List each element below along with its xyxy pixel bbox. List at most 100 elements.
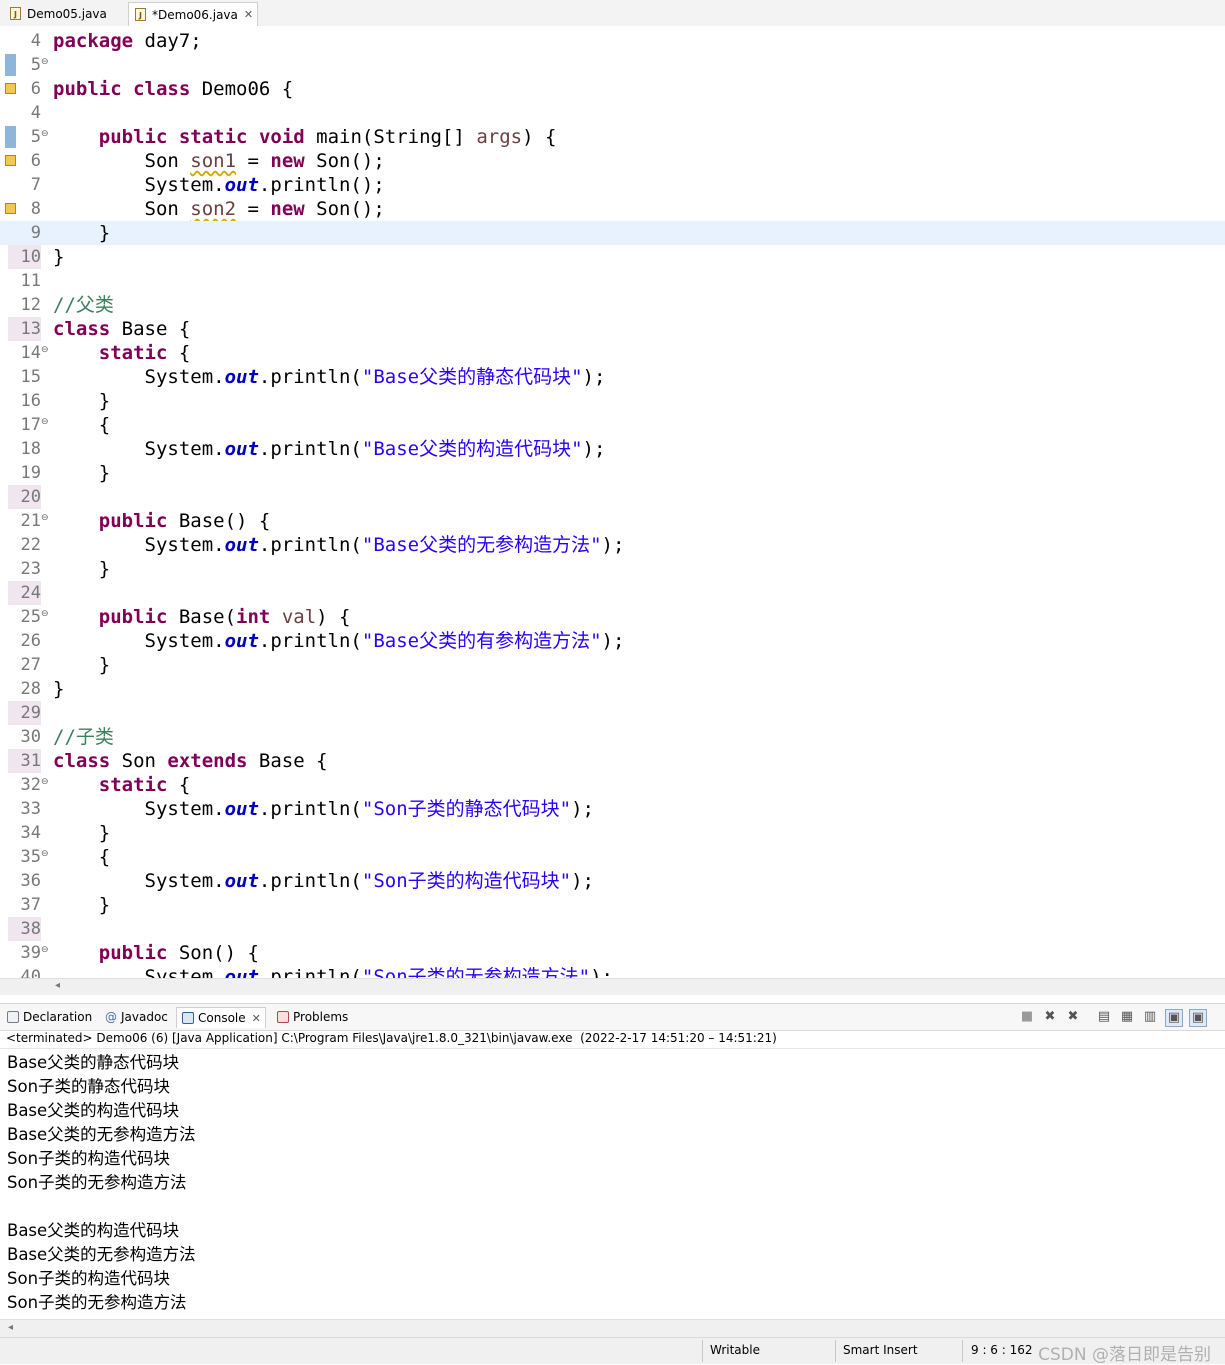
line-number: 31 <box>8 749 41 773</box>
fold-toggle-icon[interactable]: ⊖ <box>41 609 49 619</box>
console-line: Base父类的构造代码块 <box>7 1101 180 1120</box>
console-output[interactable]: Base父类的静态代码块 Son子类的静态代码块 Base父类的构造代码块 Base父… <box>0 1048 1225 1320</box>
scroll-left-icon[interactable]: ◂ <box>55 980 60 991</box>
close-icon[interactable]: ✕ <box>252 1012 261 1025</box>
code-line[interactable]: 13 class Base { <box>0 317 1225 341</box>
code-editor[interactable]: 4 package day7; 5 ⊖ 6 public class Demo06 {4 5… <box>0 26 1225 978</box>
remove-all-terminated-icon[interactable]: ✖ <box>1065 1009 1081 1025</box>
code-text: } <box>53 222 111 244</box>
code-line[interactable]: 40 System.out.println("Son子类的无参构造方法"); <box>0 965 1225 978</box>
close-icon[interactable]: ✕ <box>244 8 253 21</box>
clear-console-icon[interactable]: ▤ <box>1096 1009 1112 1025</box>
code-line[interactable]: 10} <box>0 245 1225 269</box>
code-line[interactable]: 37 } <box>0 893 1225 917</box>
line-number: 6 <box>30 79 41 99</box>
code-line[interactable]: 4 package day7; <box>0 29 1225 53</box>
fold-toggle-icon[interactable]: ⊖ <box>41 777 49 787</box>
code-line[interactable]: 5 ⊖ <box>0 53 1225 77</box>
line-number: 37 <box>20 895 41 915</box>
code-line[interactable]: 20 <box>0 485 1225 509</box>
line-number: 4 <box>30 103 41 123</box>
line-number: 22 <box>20 535 41 555</box>
tab-label: Console <box>198 1011 246 1025</box>
tab-declaration[interactable]: Declaration <box>2 1007 92 1027</box>
code-line[interactable]: 30 //子类 <box>0 725 1225 749</box>
code-line[interactable]: 35 ⊖ { <box>0 845 1225 869</box>
line-number: 16 <box>20 391 41 411</box>
code-line[interactable]: 27 } <box>0 653 1225 677</box>
code-line[interactable]: 26 System.out.println("Base父类的有参构造方法"); <box>0 629 1225 653</box>
code-line[interactable]: 18 System.out.println("Base父类的构造代码块"); <box>0 437 1225 461</box>
line-number: 27 <box>20 655 41 675</box>
code-line[interactable]: 12 //父类 <box>0 293 1225 317</box>
scroll-lock-icon[interactable]: ▦ <box>1119 1009 1135 1025</box>
code-line[interactable]: 17 ⊖ { <box>0 413 1225 437</box>
fold-toggle-icon[interactable]: ⊖ <box>41 945 49 955</box>
code-line[interactable]: 29 <box>0 701 1225 725</box>
code-line[interactable]: 15 System.out.println("Base父类的静态代码块"); <box>0 365 1225 389</box>
code-line[interactable]: 34 } <box>0 821 1225 845</box>
code-line[interactable]: 9 } <box>0 221 1225 245</box>
code-text: System.out.println("Son子类的静态代码块"); <box>53 798 594 820</box>
line-number: 40 <box>20 967 41 978</box>
editor-horizontal-scrollbar[interactable]: ◂ <box>0 978 1225 995</box>
code-line[interactable]: 8 Son son2 = new Son(); <box>0 197 1225 221</box>
code-line[interactable]: 39 ⊖ public Son() { <box>0 941 1225 965</box>
code-line[interactable]: 6 public class Demo06 { <box>0 77 1225 101</box>
code-text: //父类 <box>53 294 114 316</box>
line-number: 28 <box>20 679 41 699</box>
code-text: public Base() { <box>98 510 271 532</box>
tab-demo06[interactable]: J *Demo06.java ✕ <box>128 2 258 26</box>
display-selected-console-icon[interactable]: ▣ <box>1189 1009 1207 1027</box>
code-line[interactable]: 32 ⊖ static { <box>0 773 1225 797</box>
tab-problems[interactable]: Problems <box>272 1007 348 1027</box>
panel-tab-bar: Declaration @ Javadoc Console ✕ Problems… <box>0 1003 1225 1031</box>
code-line[interactable]: 14 ⊖ static { <box>0 341 1225 365</box>
fold-toggle-icon[interactable]: ⊖ <box>41 417 49 427</box>
word-wrap-icon[interactable]: ▥ <box>1142 1009 1158 1025</box>
code-line[interactable]: 28} <box>0 677 1225 701</box>
code-line[interactable]: 19 } <box>0 461 1225 485</box>
code-text: System.out.println("Base父类的静态代码块"); <box>53 366 606 388</box>
fold-toggle-icon[interactable]: ⊖ <box>41 129 49 139</box>
code-text: public static void main(String[] args) { <box>98 126 557 148</box>
line-number: 6 <box>30 151 41 171</box>
tab-console[interactable]: Console ✕ <box>176 1007 266 1028</box>
scroll-left-icon[interactable]: ◂ <box>8 1322 13 1333</box>
fold-toggle-icon[interactable]: ⊖ <box>41 513 49 523</box>
line-number: 4 <box>30 31 41 51</box>
tab-demo05[interactable]: J Demo05.java <box>4 2 122 25</box>
console-horizontal-scrollbar[interactable]: ◂ <box>0 1319 1225 1338</box>
fold-toggle-icon[interactable]: ⊖ <box>41 849 49 859</box>
code-text: static { <box>98 342 191 364</box>
code-line[interactable]: 5 ⊖ public static void main(String[] args… <box>0 125 1225 149</box>
status-separator <box>702 1340 703 1362</box>
code-line[interactable]: 33 System.out.println("Son子类的静态代码块"); <box>0 797 1225 821</box>
code-line[interactable]: 6 Son son1 = new Son(); <box>0 149 1225 173</box>
terminate-icon[interactable]: ■ <box>1019 1009 1035 1025</box>
fold-toggle-icon[interactable]: ⊖ <box>41 345 49 355</box>
line-number: 38 <box>8 917 41 941</box>
code-line[interactable]: 11 <box>0 269 1225 293</box>
code-line[interactable]: 24 <box>0 581 1225 605</box>
pin-console-icon[interactable]: ▣ <box>1165 1009 1183 1027</box>
remove-launch-icon[interactable]: ✖ <box>1042 1009 1058 1025</box>
code-line[interactable]: 23 } <box>0 557 1225 581</box>
line-number: 5 <box>30 55 41 75</box>
code-line[interactable]: 22 System.out.println("Base父类的无参构造方法"); <box>0 533 1225 557</box>
code-line[interactable]: 38 <box>0 917 1225 941</box>
console-line: Son子类的构造代码块 <box>7 1149 171 1168</box>
code-line[interactable]: 7 System.out.println(); <box>0 173 1225 197</box>
code-text: } <box>53 558 111 580</box>
line-number: 7 <box>30 175 41 195</box>
code-line[interactable]: 16 } <box>0 389 1225 413</box>
code-text: package day7; <box>53 30 202 52</box>
code-line[interactable]: 31 class Son extends Base { <box>0 749 1225 773</box>
code-line[interactable]: 4 <box>0 101 1225 125</box>
code-line[interactable]: 36 System.out.println("Son子类的构造代码块"); <box>0 869 1225 893</box>
code-line[interactable]: 25 ⊖ public Base(int val) { <box>0 605 1225 629</box>
code-line[interactable]: 21 ⊖ public Base() { <box>0 509 1225 533</box>
declaration-icon <box>7 1011 19 1023</box>
fold-toggle-icon[interactable]: ⊖ <box>41 57 49 67</box>
tab-javadoc[interactable]: @ Javadoc <box>100 1007 168 1027</box>
